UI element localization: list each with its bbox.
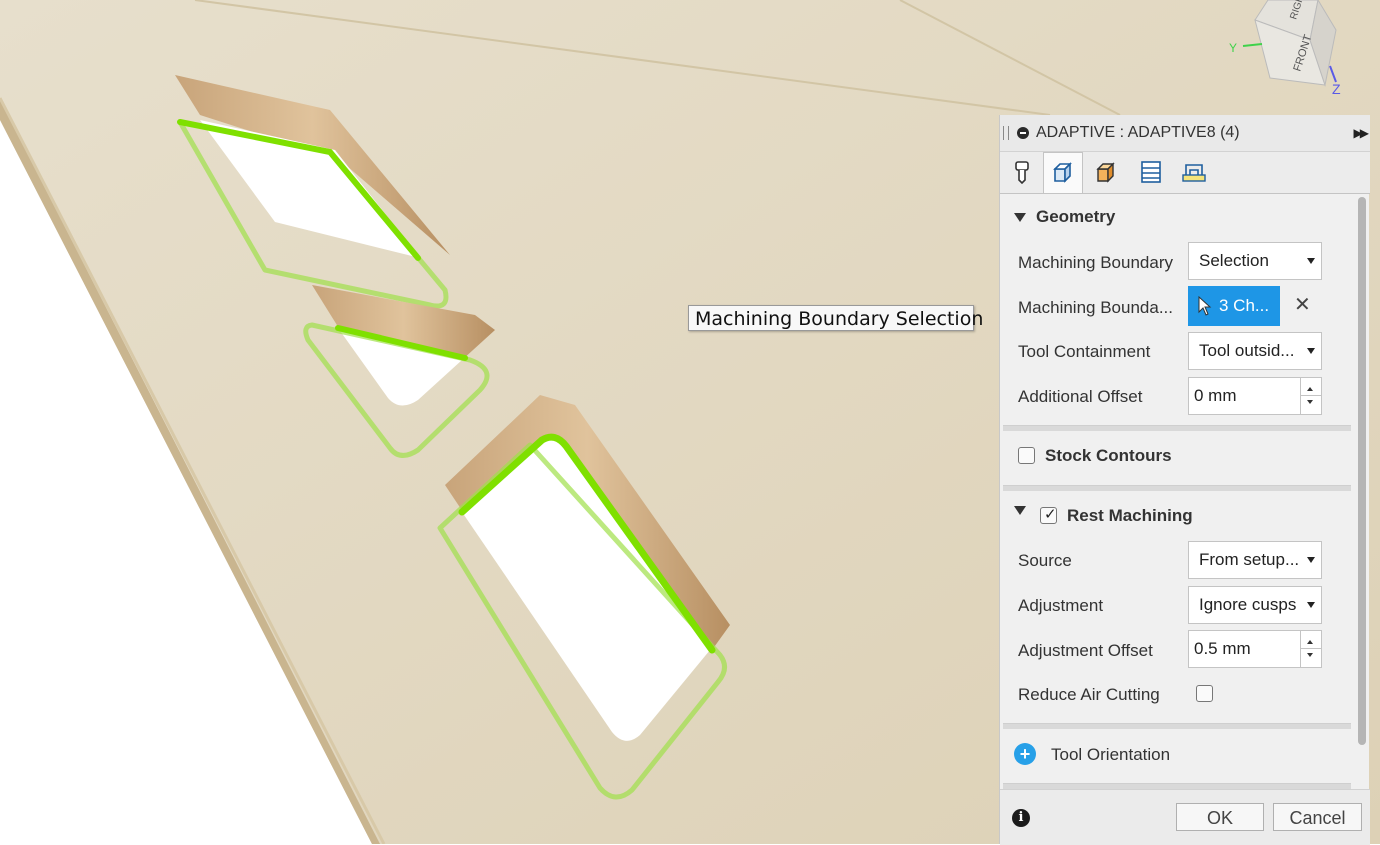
ok-button[interactable]: OK	[1176, 803, 1264, 831]
adjustment-label: Adjustment	[1018, 596, 1104, 615]
stock-contours-checkbox[interactable]	[1018, 447, 1035, 464]
checkmark-icon: ✓	[1044, 506, 1057, 523]
geometry-icon	[1053, 162, 1072, 183]
reduce-air-cutting-checkbox[interactable]	[1196, 685, 1213, 702]
divider	[1003, 485, 1351, 491]
adjustment-dropdown[interactable]: Ignore cusps	[1188, 586, 1322, 624]
source-dropdown[interactable]: From setup...	[1188, 541, 1322, 579]
tab-passes[interactable]	[1131, 152, 1171, 192]
axis-z-label: Z	[1332, 81, 1341, 97]
stepper-up-icon[interactable]	[1307, 387, 1313, 391]
tool-icon	[1015, 161, 1029, 184]
adjustment-offset-field[interactable]: 0.5 mm	[1188, 630, 1322, 668]
stepper-down-icon[interactable]	[1307, 653, 1313, 657]
adjustment-value: Ignore cusps	[1199, 595, 1297, 614]
rest-machining-heading: Rest Machining	[1067, 506, 1193, 525]
drag-handle-icon[interactable]	[1003, 126, 1009, 140]
tool-containment-label: Tool Containment	[1018, 342, 1151, 361]
divider	[1003, 425, 1351, 431]
linking-icon	[1182, 164, 1206, 182]
adjustment-offset-value: 0.5 mm	[1194, 639, 1251, 658]
boundary-selection-button[interactable]: 3 Ch...	[1188, 286, 1280, 326]
collapse-arrow-icon	[1014, 506, 1026, 515]
collapse-arrow-icon	[1014, 212, 1026, 222]
divider	[1003, 723, 1351, 729]
additional-offset-label: Additional Offset	[1018, 387, 1143, 406]
geometry-heading: Geometry	[1036, 207, 1116, 226]
pointer-cursor-icon	[1198, 296, 1212, 316]
adjustment-offset-label: Adjustment Offset	[1018, 641, 1153, 660]
scrollbar[interactable]	[1358, 197, 1366, 745]
dropdown-arrow-icon	[1307, 602, 1315, 608]
boundary-selection-label: Machining Bounda...	[1018, 298, 1173, 317]
axis-y-label: Y	[1229, 41, 1237, 55]
source-label: Source	[1018, 551, 1072, 570]
tab-tool[interactable]	[1002, 152, 1042, 192]
source-value: From setup...	[1199, 550, 1300, 569]
tooltip: Machining Boundary Selection	[688, 305, 983, 331]
machining-boundary-dropdown[interactable]: Selection	[1188, 242, 1322, 280]
stepper-up-icon[interactable]	[1307, 640, 1313, 644]
rest-machining-checkbox[interactable]: ✓	[1040, 506, 1057, 524]
info-icon[interactable]: i	[1012, 809, 1030, 827]
cancel-button[interactable]: Cancel	[1273, 803, 1362, 831]
dialog-content: Geometry Machining Boundary Selection Ma…	[1000, 195, 1356, 789]
tab-heights[interactable]	[1086, 152, 1126, 192]
dialog-title: ADAPTIVE : ADAPTIVE8 (4)	[1036, 124, 1240, 141]
machining-boundary-value: Selection	[1199, 251, 1269, 270]
adjustment-offset-stepper[interactable]	[1300, 631, 1321, 667]
tab-linking[interactable]	[1174, 152, 1214, 192]
additional-offset-stepper[interactable]	[1300, 378, 1321, 414]
additional-offset-field[interactable]: 0 mm	[1188, 377, 1322, 415]
stock-contours-label: Stock Contours	[1045, 446, 1172, 465]
boundary-selection-value: 3 Ch...	[1219, 296, 1270, 315]
adaptive-dialog: ADAPTIVE : ADAPTIVE8 (4) ▶▶ Geometry Mac…	[999, 115, 1370, 845]
heights-icon	[1096, 162, 1115, 183]
expand-icon[interactable]: ▶▶	[1354, 115, 1370, 151]
reduce-air-cutting-label: Reduce Air Cutting	[1018, 685, 1160, 704]
tool-orientation-label[interactable]: Tool Orientation	[1051, 745, 1170, 765]
tool-containment-value: Tool outsid...	[1199, 341, 1295, 360]
dropdown-arrow-icon	[1307, 557, 1315, 563]
tab-geometry[interactable]	[1043, 152, 1083, 193]
dialog-titlebar[interactable]: ADAPTIVE : ADAPTIVE8 (4) ▶▶	[1000, 115, 1370, 152]
clear-selection-icon[interactable]: ✕	[1294, 293, 1311, 317]
additional-offset-value: 0 mm	[1194, 386, 1237, 405]
tool-containment-dropdown[interactable]: Tool outsid...	[1188, 332, 1322, 370]
collapse-icon[interactable]	[1017, 127, 1029, 139]
add-tool-orientation-icon[interactable]: +	[1014, 743, 1036, 765]
dialog-footer: i OK Cancel	[1000, 789, 1370, 845]
rest-machining-section-header[interactable]	[1014, 506, 1036, 515]
dropdown-arrow-icon	[1307, 348, 1315, 354]
machining-boundary-label: Machining Boundary	[1018, 253, 1173, 272]
dialog-tabs	[1000, 152, 1370, 194]
geometry-section-header[interactable]: Geometry	[1014, 207, 1115, 227]
passes-icon	[1141, 161, 1161, 183]
stepper-down-icon[interactable]	[1307, 400, 1313, 404]
dropdown-arrow-icon	[1307, 258, 1315, 264]
